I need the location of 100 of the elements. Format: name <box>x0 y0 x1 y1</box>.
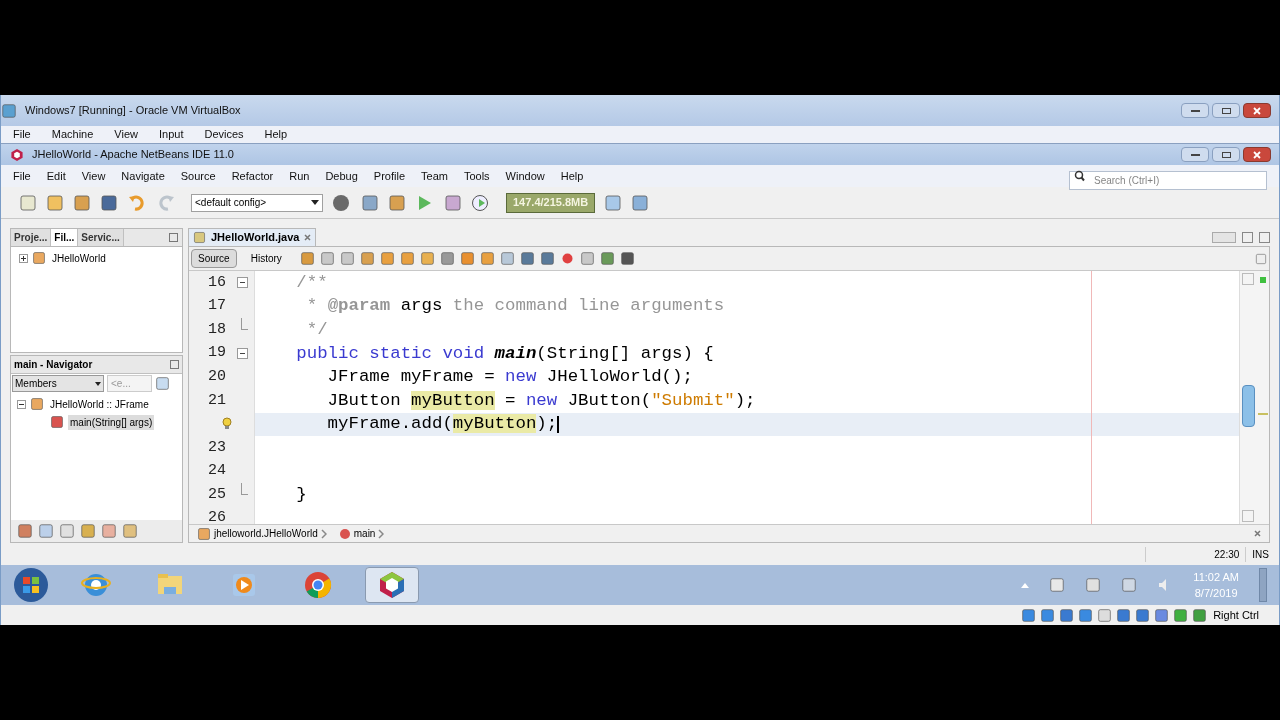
line-number: 24 <box>208 461 226 482</box>
menu-item[interactable]: Refactor <box>231 167 274 185</box>
chevron-icon <box>378 528 385 539</box>
app-icon[interactable] <box>1 102 17 119</box>
toolbar-icon[interactable] <box>419 251 435 266</box>
cube-icon <box>10 147 24 162</box>
close-icon[interactable] <box>1254 530 1261 537</box>
code-line: } <box>295 484 307 507</box>
breadcrumb[interactable]: main <box>353 526 376 541</box>
config-dropdown[interactable]: <default config> <box>191 193 323 212</box>
toolbar-icon[interactable] <box>499 251 515 266</box>
menu-item[interactable]: Edit <box>46 167 66 185</box>
menu-item[interactable]: View <box>81 167 106 185</box>
method-icon[interactable] <box>50 415 64 429</box>
close-icon[interactable] <box>304 234 312 241</box>
status-icon[interactable] <box>1154 607 1170 623</box>
fold-toggle[interactable] <box>237 348 248 360</box>
panel-tab[interactable]: Servic... <box>78 229 124 246</box>
menu-item[interactable]: View <box>114 126 138 143</box>
menu-item[interactable]: Window <box>505 167 545 185</box>
chevron-icon <box>320 528 327 539</box>
scroll-down-button[interactable] <box>1242 510 1254 522</box>
start-button[interactable] <box>13 567 49 603</box>
menu-item[interactable]: Debug <box>325 167 358 185</box>
scroll-up-button[interactable] <box>1242 273 1254 285</box>
toolbar-icon[interactable] <box>399 251 415 266</box>
status-icon[interactable] <box>1097 607 1113 623</box>
menu-item[interactable]: Help <box>264 126 288 143</box>
panel-tab[interactable]: Fil... <box>51 229 79 246</box>
maximize-icon[interactable] <box>1259 231 1270 243</box>
search-field[interactable]: Search (Ctrl+I) <box>1069 170 1267 190</box>
code-line: myFrame.add(myButton); <box>326 413 558 436</box>
fold-toggle[interactable] <box>237 277 248 289</box>
line-number: 25 <box>208 484 226 505</box>
minimize-icon[interactable] <box>169 233 178 242</box>
menu-item[interactable]: Source <box>180 167 216 185</box>
view-tab[interactable]: Source <box>191 249 237 268</box>
toolbar-icon[interactable] <box>519 251 535 266</box>
toolbar-icon[interactable] <box>439 251 455 266</box>
status-icon[interactable] <box>1059 607 1075 623</box>
tree-item[interactable]: main(String[] args) <box>68 414 155 430</box>
menu-item[interactable]: File <box>13 167 31 185</box>
status-icon[interactable] <box>1040 607 1056 623</box>
toolbar-icon[interactable] <box>319 251 335 266</box>
tree-item[interactable]: JHelloWorld <box>50 250 108 266</box>
menu-item[interactable]: Help <box>560 167 584 185</box>
minimize-button[interactable] <box>1181 147 1209 162</box>
maximize-button[interactable] <box>1212 147 1240 162</box>
code-line: JFrame myFrame = new JHelloWorld(); <box>326 366 693 389</box>
toolbar-icon[interactable] <box>459 251 475 266</box>
status-icon[interactable] <box>1021 607 1037 623</box>
menu-item[interactable]: Team <box>421 167 448 185</box>
editor-tab[interactable]: JHelloWorld.java <box>188 228 317 246</box>
menu-item[interactable]: Profile <box>373 167 405 185</box>
split-icon[interactable] <box>1255 252 1267 265</box>
menu-item[interactable]: Input <box>158 126 184 143</box>
menu-item[interactable]: File <box>13 126 31 143</box>
breadcrumb[interactable]: jhelloworld.JHelloWorld <box>214 526 318 541</box>
code-line: /** <box>295 271 328 294</box>
code-line: * @param args the command line arguments <box>305 295 725 318</box>
toolbar-icon[interactable] <box>359 251 375 266</box>
expand-toggle[interactable] <box>19 253 28 263</box>
minimize-button[interactable] <box>1181 103 1209 118</box>
collapse-toggle[interactable] <box>17 399 26 409</box>
filter-dropdown[interactable]: Members <box>12 375 104 392</box>
status-icon[interactable] <box>1192 607 1208 623</box>
record-icon[interactable] <box>559 251 575 266</box>
toolbar-icon[interactable] <box>539 251 555 266</box>
method-icon <box>338 527 351 540</box>
toolbar-icon[interactable] <box>339 251 355 266</box>
scroll-tabs-control[interactable] <box>1212 231 1236 243</box>
dropdown-icon[interactable] <box>1242 231 1253 243</box>
maximize-button[interactable] <box>1212 103 1240 118</box>
scrollbar[interactable] <box>1239 271 1256 524</box>
menu-item[interactable]: Navigate <box>121 167 165 185</box>
lightbulb-icon[interactable] <box>222 417 232 432</box>
status-icon[interactable] <box>1116 607 1132 623</box>
tray-arrow-icon[interactable] <box>1021 582 1030 588</box>
close-button[interactable] <box>1243 147 1271 162</box>
scrollbar-thumb[interactable] <box>1241 385 1255 427</box>
line-number: 16 <box>208 272 226 293</box>
profile-icon[interactable] <box>471 193 491 212</box>
menu-item[interactable]: Machine <box>51 126 94 143</box>
menu-item[interactable]: Run <box>289 167 310 185</box>
taskbar-button[interactable] <box>365 567 419 603</box>
view-tab[interactable]: History <box>244 249 288 268</box>
undo-icon[interactable] <box>127 193 147 212</box>
panel-tab[interactable]: Proje... <box>11 229 52 246</box>
toolbar-icon[interactable] <box>299 251 315 266</box>
minimize-icon[interactable] <box>170 360 179 369</box>
close-button[interactable] <box>1243 103 1271 118</box>
toolbar-icon[interactable] <box>379 251 395 266</box>
tree-item[interactable]: JHelloWorld :: JFrame <box>48 396 151 412</box>
stop-icon[interactable] <box>579 251 595 266</box>
menu-item[interactable]: Tools <box>463 167 490 185</box>
status-icon[interactable] <box>1078 607 1094 623</box>
toolbar-icon[interactable] <box>479 251 495 266</box>
menu-item[interactable]: Devices <box>204 126 244 143</box>
status-icon[interactable] <box>1173 607 1189 623</box>
status-icon[interactable] <box>1135 607 1151 623</box>
